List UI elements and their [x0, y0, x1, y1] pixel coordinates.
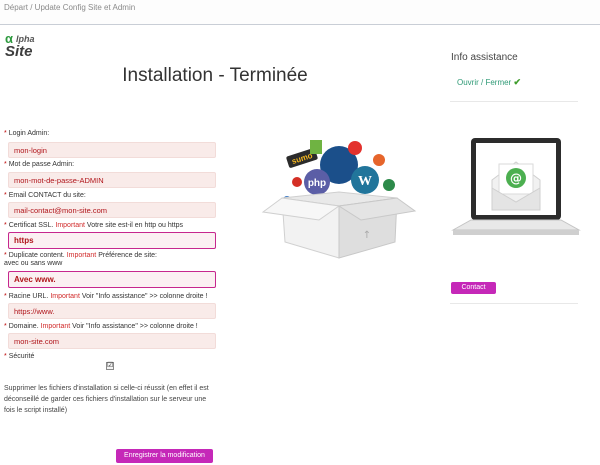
security-label: * Sécurité	[4, 353, 35, 360]
ssl-input[interactable]	[8, 232, 216, 249]
at-sign-icon: @	[510, 172, 522, 186]
email-input[interactable]	[8, 202, 216, 218]
password-label: * Mot de passe Admin:	[4, 161, 75, 168]
info-toggle-link[interactable]: Ouvrir / Fermer ✔	[457, 77, 521, 88]
email-envelope-icon: @	[491, 161, 541, 211]
joomla-logo	[373, 154, 385, 166]
login-input[interactable]	[8, 142, 216, 158]
page-title: Installation - Terminée	[122, 65, 308, 86]
info-toggle-label: Ouvrir / Fermer	[457, 78, 512, 87]
laptop-keyboard	[451, 219, 581, 231]
password-input[interactable]	[8, 172, 216, 188]
logo-site: Site	[5, 43, 33, 60]
zend-logo	[383, 179, 395, 191]
security-checkbox[interactable]: ☑	[106, 362, 114, 370]
laptop-base	[453, 230, 579, 235]
green-logo	[310, 140, 322, 154]
login-label: * Login Admin:	[4, 130, 50, 137]
php-logo: php	[308, 178, 326, 189]
duplicate-input[interactable]	[8, 271, 216, 288]
box-arrow-icon: ↑	[363, 230, 371, 241]
root-url-input[interactable]	[8, 303, 216, 319]
check-icon: ✔	[513, 77, 522, 87]
install-note: Supprimer les fichiers d'installation si…	[4, 385, 209, 414]
save-button[interactable]: Enregistrer la modification	[116, 449, 213, 463]
top-bar: Départ / Update Config Site et Admin	[0, 0, 600, 25]
info-assistance-title: Info assistance	[451, 52, 518, 63]
laptop-email-illustration: @	[451, 138, 581, 235]
sidebar-divider-bottom	[450, 303, 578, 304]
open-box: ↑	[261, 191, 417, 259]
domain-input[interactable]	[8, 333, 216, 349]
alphasite-logo[interactable]: α lpha Site	[5, 31, 45, 61]
email-label: * Email CONTACT du site:	[4, 192, 86, 199]
small-red-logo	[292, 177, 302, 187]
sidebar-divider-top	[450, 101, 578, 102]
contact-button[interactable]: Contact	[451, 282, 496, 294]
root-url-label: * Racine URL. Important Voir "Info assis…	[4, 293, 208, 300]
wordpress-logo: W	[358, 174, 372, 189]
red-logo	[348, 141, 362, 155]
duplicate-label-line2: avec ou sans www	[4, 260, 63, 267]
domain-label: * Domaine. Important Voir "Info assistan…	[4, 323, 198, 330]
ssl-label: * Certificat SSL. Important Votre site e…	[4, 222, 184, 229]
cms-box-illustration: php W sumo ↑	[261, 140, 417, 259]
breadcrumb[interactable]: Départ / Update Config Site et Admin	[4, 3, 135, 12]
